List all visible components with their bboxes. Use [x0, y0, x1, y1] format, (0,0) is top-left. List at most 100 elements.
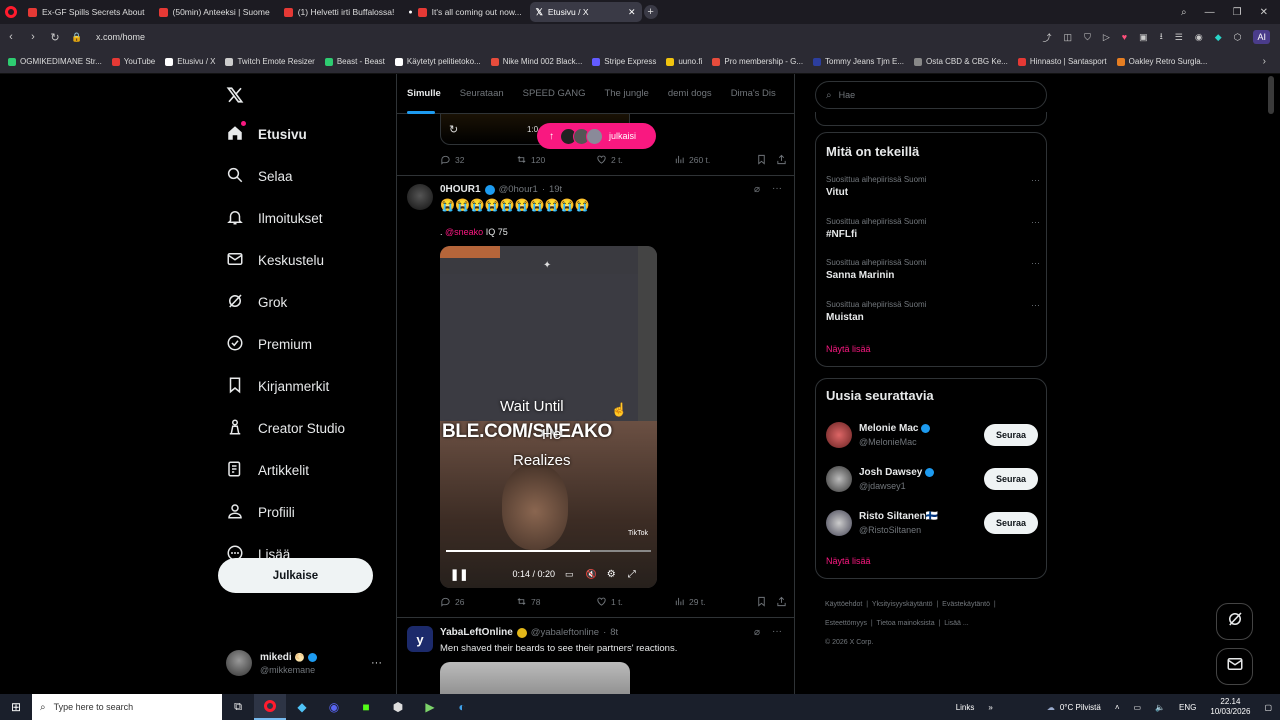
bookmark-item[interactable]: Nike Mind 002 Black...: [490, 57, 582, 66]
kick-taskbar-icon[interactable]: ■: [350, 700, 382, 714]
play-icon[interactable]: ▷: [1103, 32, 1110, 43]
edge-taskbar-icon[interactable]: ◐: [446, 700, 478, 714]
follow-button[interactable]: Seuraa: [984, 512, 1038, 534]
author-handle[interactable]: @0hour1: [499, 184, 538, 195]
author-name[interactable]: YabaLeftOnline: [440, 627, 513, 638]
browser-tab[interactable]: ● It's all coming out now...: [402, 2, 527, 22]
download-icon[interactable]: ⭳: [1160, 29, 1163, 45]
more-icon[interactable]: ···: [1031, 300, 1040, 310]
nav-creator-studio[interactable]: Creator Studio: [226, 418, 345, 439]
share-icon[interactable]: [776, 154, 787, 165]
footer-link[interactable]: Käyttöehdot: [825, 601, 862, 608]
share-icon[interactable]: [776, 596, 787, 607]
repost-button[interactable]: 120: [516, 154, 596, 165]
bookmark-item[interactable]: uuno.fi: [666, 57, 702, 66]
browser-tab-active[interactable]: 𝕏 Etusivu / X ✕: [529, 2, 642, 22]
footer-link[interactable]: Tietoa mainoksista: [877, 620, 935, 627]
browser-tab[interactable]: (50min) Anteeksi | Suome: [153, 2, 276, 22]
bookmark-item[interactable]: Tommy Jeans Tjm E...: [813, 57, 904, 66]
heart-icon[interactable]: ♥: [1122, 32, 1127, 42]
nav-articles[interactable]: Artikkelit: [226, 460, 345, 481]
nav-bookmarks[interactable]: Kirjanmerkit: [226, 376, 345, 397]
mute-icon[interactable]: 🔇: [586, 569, 597, 580]
maximize-icon[interactable]: ❐: [1233, 7, 1242, 18]
tab-dimas-dis[interactable]: Dima's Dis: [731, 88, 776, 99]
opera-logo-icon[interactable]: [0, 6, 22, 18]
account-switcher[interactable]: mikedi 🌕 @mikkemane ···: [226, 648, 382, 678]
network-icon[interactable]: ▭: [1134, 703, 1142, 712]
aria-ai-button[interactable]: AI: [1253, 30, 1270, 44]
figma-taskbar-icon[interactable]: ◆: [286, 700, 318, 714]
search-tabs-icon[interactable]: ⌕: [1181, 7, 1187, 18]
mention-link[interactable]: @sneako: [445, 227, 483, 237]
pause-icon[interactable]: ❚❚: [450, 568, 468, 581]
grok-icon[interactable]: ⌀: [754, 184, 760, 195]
fullscreen-icon[interactable]: ⤢: [628, 569, 636, 580]
avatar[interactable]: [407, 184, 433, 210]
author-handle[interactable]: @yabaleftonline: [531, 627, 599, 638]
tab-for-you[interactable]: Simulle: [407, 88, 441, 99]
replay-icon[interactable]: ↻: [449, 123, 458, 136]
bookmark-item[interactable]: Beast - Beast: [324, 57, 385, 66]
nav-premium[interactable]: Premium: [226, 334, 345, 355]
nav-grok[interactable]: Grok: [226, 292, 345, 313]
footer-link[interactable]: Yksityisyyskäytäntö: [872, 601, 933, 608]
weather-widget[interactable]: ☁ 0°C Pilvistä: [1047, 703, 1101, 712]
tray-chevron-icon[interactable]: ˄: [1115, 703, 1120, 712]
grok-icon[interactable]: ⌀: [754, 627, 760, 638]
notification-icon[interactable]: ▢: [1264, 703, 1272, 712]
post-button[interactable]: Julkaise: [218, 558, 373, 593]
new-tab-icon[interactable]: +: [643, 5, 658, 19]
browser-tab[interactable]: Ex-GF Spills Secrets About: [22, 2, 151, 22]
more-icon[interactable]: ···: [1031, 258, 1040, 268]
volume-icon[interactable]: 🔈: [1155, 703, 1165, 712]
new-posts-pill[interactable]: ↑ julkaisi: [537, 123, 656, 149]
follow-suggestion[interactable]: Josh Dawsey @jdawsey1 Seuraa: [826, 464, 1038, 494]
author-name[interactable]: 0HOUR1: [440, 184, 481, 195]
profile-icon[interactable]: ◉: [1195, 32, 1203, 43]
trend-item[interactable]: Suosittua aihepiirissä Suomi Muistan ···: [826, 300, 1040, 323]
close-tab-icon[interactable]: ✕: [628, 7, 636, 18]
bookmark-item[interactable]: Pro membership - G...: [712, 57, 803, 66]
nav-explore[interactable]: Selaa: [226, 166, 345, 187]
bookmark-item[interactable]: YouTube: [111, 57, 155, 66]
repost-button[interactable]: 78: [516, 596, 596, 607]
footer-link[interactable]: Esteettömyys: [825, 620, 867, 627]
cube-icon[interactable]: ▣: [1139, 32, 1148, 43]
bookmark-item[interactable]: Twitch Emote Resizer: [225, 57, 315, 66]
more-icon[interactable]: ···: [371, 657, 382, 669]
search-box[interactable]: ⌕ Hae: [815, 81, 1047, 109]
bookmark-item[interactable]: OGMIKEDIMANE Str...: [8, 57, 102, 66]
bookmark-item[interactable]: Käytetyt pelitietoko...: [394, 57, 481, 66]
camera-icon[interactable]: ◫: [1064, 32, 1073, 43]
url-field[interactable]: x.com/home: [96, 32, 145, 42]
nav-notifications[interactable]: Ilmoitukset: [226, 208, 345, 229]
more-icon[interactable]: ···: [1031, 175, 1040, 185]
shield-icon[interactable]: ⛉: [1084, 32, 1091, 43]
bookmark-item[interactable]: Osta CBD & CBG Ke...: [914, 57, 1008, 66]
captions-icon[interactable]: ▭: [565, 569, 574, 580]
trend-item[interactable]: Suosittua aihepiirissä Suomi Sanna Marin…: [826, 258, 1040, 281]
forward-icon[interactable]: ›: [22, 31, 44, 43]
trend-item[interactable]: Suosittua aihepiirissä Suomi Vitut ···: [826, 175, 1040, 198]
footer-link[interactable]: Lisää ...: [944, 620, 969, 627]
app-taskbar-icon[interactable]: ⬢: [382, 700, 414, 714]
bookmark-item[interactable]: Oakley Retro Surgla...: [1116, 57, 1207, 66]
opera-taskbar-icon[interactable]: [254, 694, 286, 720]
post-age[interactable]: 8t: [610, 627, 618, 638]
language-indicator[interactable]: ENG: [1179, 703, 1196, 712]
avatar[interactable]: y: [407, 626, 433, 652]
back-icon[interactable]: ‹: [0, 31, 22, 43]
post-media[interactable]: [440, 662, 630, 694]
more-icon[interactable]: ···: [772, 626, 782, 637]
bookmark-icon[interactable]: [756, 154, 776, 165]
nav-home[interactable]: Etusivu: [226, 121, 345, 145]
show-more-link[interactable]: Näytä lisää: [826, 344, 871, 354]
views-button[interactable]: 29 t.: [674, 596, 756, 607]
reload-icon[interactable]: ↻: [44, 31, 66, 44]
like-button[interactable]: 2 t.: [596, 154, 674, 165]
extension-icon[interactable]: ◆: [1215, 32, 1222, 43]
grok-float-button[interactable]: [1216, 603, 1253, 640]
follow-button[interactable]: Seuraa: [984, 468, 1038, 490]
settings-gear-icon[interactable]: ⚙: [607, 569, 616, 580]
